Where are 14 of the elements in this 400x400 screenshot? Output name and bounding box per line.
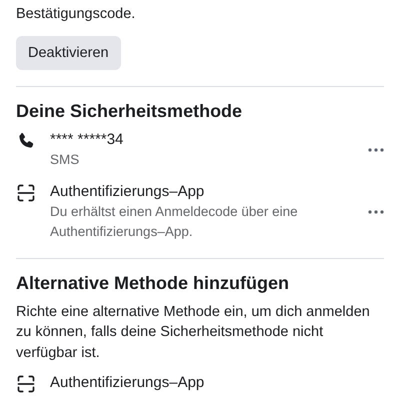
method-description: SMS	[50, 150, 80, 168]
intro-text: Bestätigungscode.	[16, 5, 136, 24]
deactivate-button[interactable]: Deaktivieren	[16, 36, 121, 70]
more-icon	[368, 210, 384, 214]
method-title: **** *****34	[50, 130, 124, 150]
more-icon	[368, 148, 384, 152]
section-heading: Alternative Methode hinzufügen	[16, 272, 290, 294]
method-title[interactable]: Authentifizierungs–App	[50, 373, 204, 393]
method-title: Authentifizierungs–App	[50, 182, 206, 202]
scan-icon	[16, 374, 36, 394]
method-description: Du erhältst einen Anmeldecode über eine Authentifizierungs–App.	[50, 202, 299, 241]
section-description: Richte eine alternative Methode ein, um dich anmelden zu können, falls deine Sicherheitsmethode nicht verfügbar ist.	[16, 302, 371, 362]
scan-icon	[16, 182, 36, 202]
section-heading: Deine Sicherheitsmethode	[16, 100, 244, 122]
